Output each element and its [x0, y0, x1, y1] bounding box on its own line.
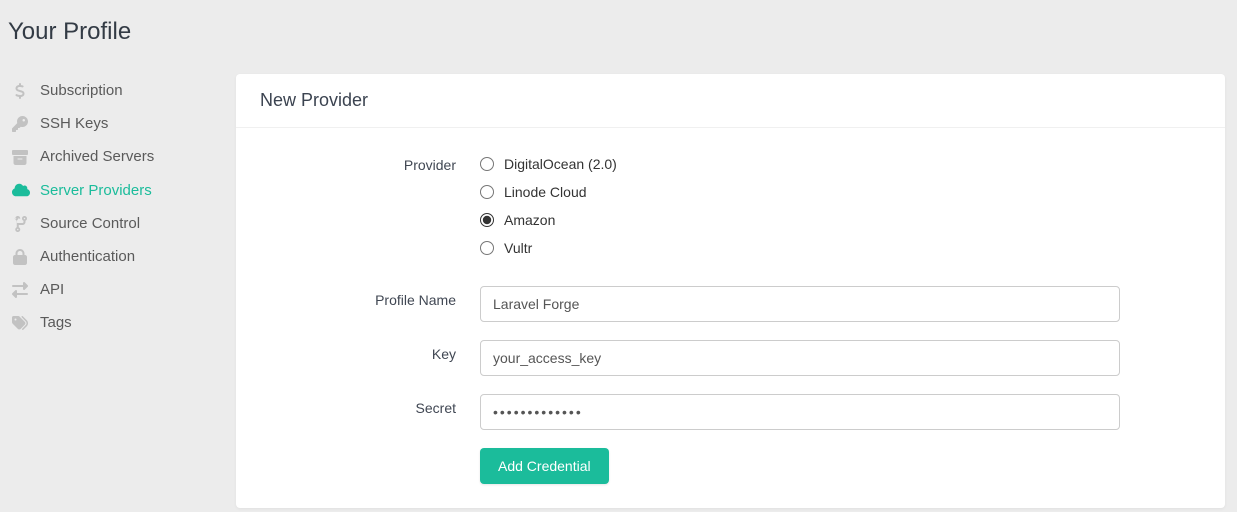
tags-icon: [12, 315, 40, 331]
add-credential-button[interactable]: Add Credential: [480, 448, 609, 484]
profile-name-label: Profile Name: [260, 286, 480, 308]
secret-input[interactable]: [480, 394, 1120, 430]
sidebar-item-archived-servers[interactable]: Archived Servers: [8, 140, 216, 173]
new-provider-panel: New Provider Provider DigitalOcean (2.0)…: [236, 74, 1225, 508]
sidebar-item-api[interactable]: API: [8, 273, 216, 306]
provider-option-vultr[interactable]: Vultr: [480, 240, 1120, 256]
radio-label: Linode Cloud: [504, 184, 587, 200]
radio-label: DigitalOcean (2.0): [504, 156, 617, 172]
radio-input[interactable]: [480, 185, 494, 199]
key-row: Key: [260, 340, 1201, 376]
swap-icon: [12, 282, 40, 298]
sidebar-item-label: Source Control: [40, 215, 140, 232]
radio-label: Amazon: [504, 212, 555, 228]
provider-option-digitalocean[interactable]: DigitalOcean (2.0): [480, 156, 1120, 172]
sidebar-item-label: SSH Keys: [40, 115, 108, 132]
sidebar-item-label: Archived Servers: [40, 148, 154, 165]
profile-name-row: Profile Name: [260, 286, 1201, 322]
cloud-icon: [12, 181, 40, 199]
panel-title: New Provider: [236, 74, 1225, 128]
archive-icon: [12, 149, 40, 165]
sidebar-item-label: Authentication: [40, 248, 135, 265]
key-input[interactable]: [480, 340, 1120, 376]
sidebar-item-source-control[interactable]: Source Control: [8, 207, 216, 240]
dollar-icon: [12, 83, 40, 99]
radio-input[interactable]: [480, 213, 494, 227]
branch-icon: [12, 216, 40, 232]
sidebar-item-label: Server Providers: [40, 182, 152, 199]
lock-icon: [12, 249, 40, 265]
sidebar-item-subscription[interactable]: Subscription: [8, 74, 216, 107]
radio-label: Vultr: [504, 240, 532, 256]
sidebar-item-ssh-keys[interactable]: SSH Keys: [8, 107, 216, 140]
provider-option-linode[interactable]: Linode Cloud: [480, 184, 1120, 200]
provider-row: Provider DigitalOcean (2.0) Linode Cloud: [260, 156, 1201, 256]
sidebar-item-server-providers[interactable]: Server Providers: [8, 173, 216, 207]
radio-input[interactable]: [480, 241, 494, 255]
sidebar-item-label: API: [40, 281, 64, 298]
secret-row: Secret: [260, 394, 1201, 430]
sidebar-item-label: Tags: [40, 314, 72, 331]
sidebar-item-authentication[interactable]: Authentication: [8, 240, 216, 273]
key-icon: [12, 116, 40, 132]
page-title: Your Profile: [8, 18, 1229, 46]
profile-name-input[interactable]: [480, 286, 1120, 322]
radio-input[interactable]: [480, 157, 494, 171]
provider-option-amazon[interactable]: Amazon: [480, 212, 1120, 228]
secret-label: Secret: [260, 394, 480, 416]
provider-label: Provider: [260, 156, 480, 173]
sidebar-item-label: Subscription: [40, 82, 123, 99]
sidebar-item-tags[interactable]: Tags: [8, 306, 216, 339]
key-label: Key: [260, 340, 480, 362]
sidebar: Subscription SSH Keys Archived Servers S…: [8, 74, 216, 508]
